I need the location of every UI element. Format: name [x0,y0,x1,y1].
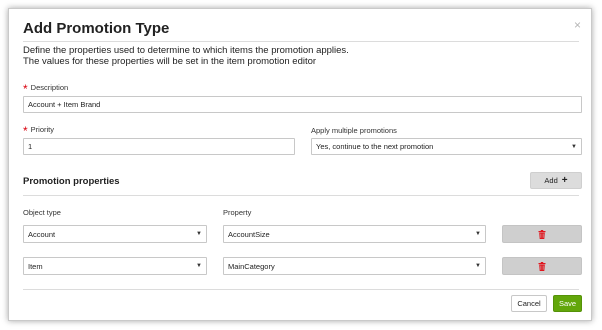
priority-label: Priority [30,125,55,134]
description-input[interactable]: Account + Item Brand [23,96,582,113]
save-button[interactable]: Save [553,295,582,312]
plus-icon: + [561,174,568,186]
priority-input[interactable]: 1 [23,138,295,155]
dialog-title: Add Promotion Type [23,20,170,37]
priority-label-wrap: * Priority [23,124,54,138]
chevron-down-icon: ▼ [571,143,577,150]
add-promotion-type-dialog: Add Promotion Type × Define the properti… [8,8,592,321]
apply-multiple-label: Apply multiple promotions [311,126,397,135]
object-type-value: Item [28,261,43,271]
property-select[interactable]: MainCategory ▼ [223,257,486,275]
close-icon[interactable]: × [574,19,581,31]
add-button-label: Add [544,176,558,185]
header-divider [23,41,579,42]
property-select[interactable]: AccountSize ▼ [223,225,486,243]
chevron-down-icon: ▼ [196,231,202,237]
add-property-button[interactable]: Add + [530,172,582,189]
required-marker: * [23,124,28,138]
apply-multiple-select[interactable]: Yes, continue to the next promotion ▼ [311,138,582,155]
description-label-wrap: * Description [23,82,68,96]
property-value: AccountSize [228,229,270,239]
cancel-button[interactable]: Cancel [511,295,547,312]
apply-multiple-value: Yes, continue to the next promotion [316,142,434,151]
description-line-1: Define the properties used to determine … [23,45,349,56]
object-type-select[interactable]: Item ▼ [23,257,207,275]
property-header: Property [223,208,252,217]
priority-input-value: 1 [28,142,33,151]
section-divider [23,195,579,196]
required-marker: * [23,82,28,96]
description-input-value: Account + Item Brand [28,100,101,109]
delete-row-button[interactable] [502,257,582,275]
trash-icon [538,229,546,239]
chevron-down-icon: ▼ [196,263,202,269]
footer-divider [23,289,579,290]
chevron-down-icon: ▼ [475,231,481,237]
trash-icon [538,261,546,271]
promotion-properties-title: Promotion properties [23,176,120,187]
dialog-description: Define the properties used to determine … [23,45,349,67]
delete-row-button[interactable] [502,225,582,243]
description-label: Description [30,83,69,92]
object-type-select[interactable]: Account ▼ [23,225,207,243]
description-line-2: The values for these properties will be … [23,56,317,67]
chevron-down-icon: ▼ [475,263,481,269]
object-type-value: Account [28,229,56,239]
property-value: MainCategory [228,261,275,271]
object-type-header: Object type [23,208,61,217]
